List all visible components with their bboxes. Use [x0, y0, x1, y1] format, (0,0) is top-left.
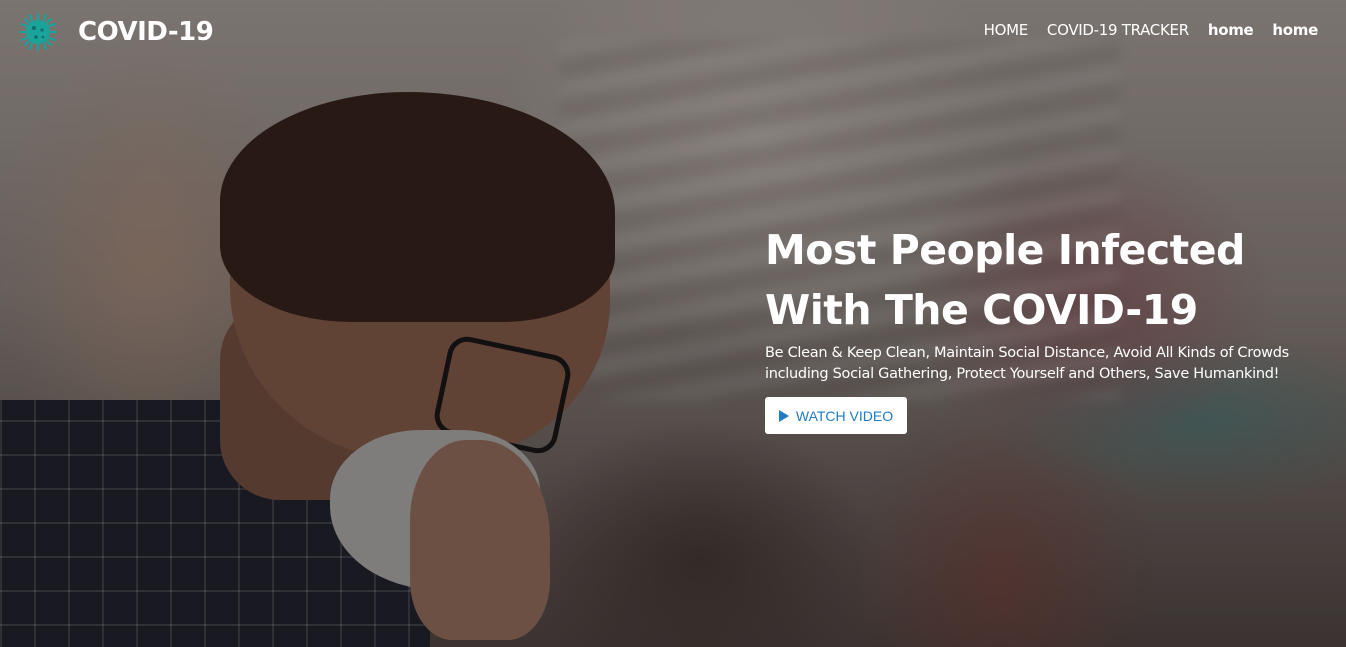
hero-subtitle-line-2: including Social Gathering, Protect Your…: [765, 366, 1280, 382]
hero-subtitle: Be Clean & Keep Clean, Maintain Social D…: [765, 343, 1325, 385]
hero-title-line-1: Most People Infected: [765, 226, 1245, 274]
brand-name: COVID-19: [78, 17, 214, 47]
hero-subtitle-line-1: Be Clean & Keep Clean, Maintain Social D…: [765, 345, 1289, 361]
nav-link-home[interactable]: HOME: [984, 21, 1029, 39]
hero-section: COVID-19 HOME COVID-19 TRACKER home home…: [0, 0, 1346, 647]
virus-icon: [19, 13, 57, 51]
navbar: COVID-19 HOME COVID-19 TRACKER home home: [0, 0, 1346, 64]
nav-link-home-2[interactable]: home: [1208, 21, 1254, 39]
hero-title: Most People Infected With The COVID-19: [765, 220, 1325, 340]
hero-content: Most People Infected With The COVID-19 B…: [765, 220, 1325, 434]
watch-video-button[interactable]: WATCH VIDEO: [765, 397, 907, 434]
watch-video-label: WATCH VIDEO: [795, 407, 894, 424]
hero-title-line-2: With The COVID-19: [765, 286, 1198, 334]
nav-link-covid-tracker[interactable]: COVID-19 TRACKER: [1047, 21, 1189, 39]
play-icon: [778, 409, 789, 422]
brand-logo-link[interactable]: COVID-19: [18, 11, 214, 53]
nav-link-home-3[interactable]: home: [1272, 21, 1318, 39]
nav-menu: HOME COVID-19 TRACKER home home: [965, 21, 1319, 39]
